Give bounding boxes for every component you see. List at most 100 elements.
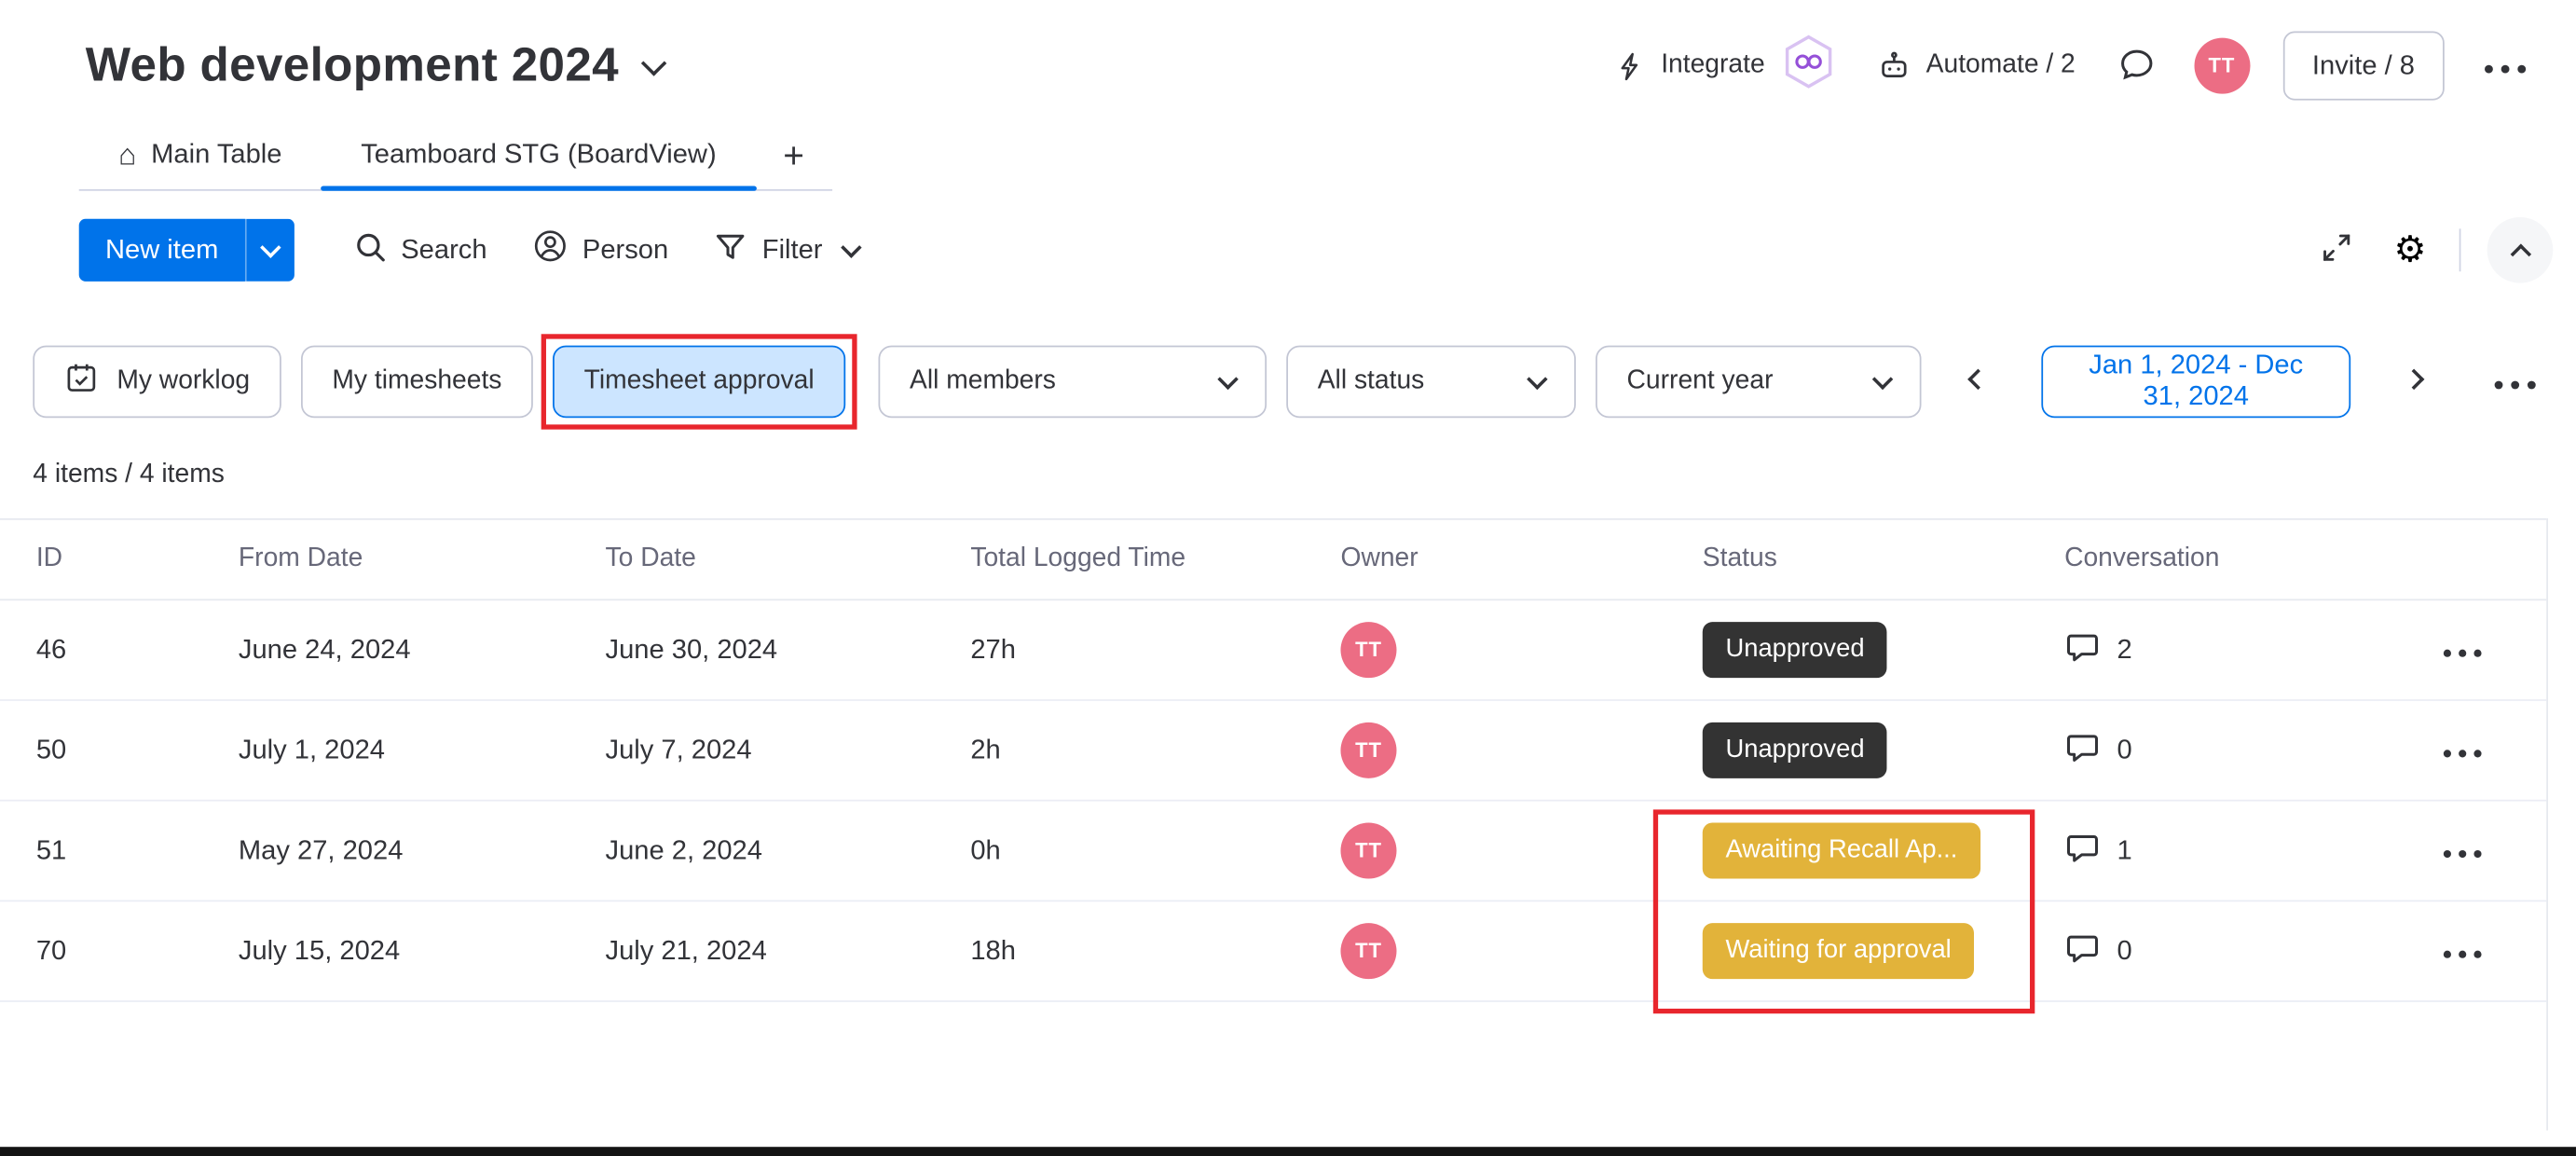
collapse-header-button[interactable] bbox=[2487, 216, 2554, 283]
conversation-count: 1 bbox=[2117, 834, 2132, 865]
person-label: Person bbox=[582, 234, 669, 265]
view-tabs: ⌂ Main Table Teamboard STG (BoardView) + bbox=[78, 122, 832, 191]
conversation-bubble-icon bbox=[2064, 728, 2101, 773]
header-more-menu-button[interactable] bbox=[2477, 47, 2533, 85]
conversation-cell[interactable]: 2 bbox=[2028, 627, 2406, 672]
cell-total-logged: 27h bbox=[970, 634, 1016, 665]
column-header-conversation[interactable]: Conversation bbox=[2028, 544, 2406, 574]
board-settings-button[interactable]: ⚙ bbox=[2387, 226, 2432, 275]
new-item-button[interactable]: New item bbox=[78, 218, 245, 282]
cell-from-date[interactable]: June 24, 2024 bbox=[202, 634, 569, 666]
chat-button[interactable] bbox=[2112, 38, 2161, 92]
table-empty-area bbox=[0, 1002, 2546, 1131]
conversation-cell[interactable]: 0 bbox=[2028, 728, 2406, 773]
integrations-hexagon-badge-icon bbox=[1780, 33, 1838, 99]
date-range-button[interactable]: Jan 1, 2024 - Dec 31, 2024 bbox=[2041, 345, 2351, 419]
ellipsis-icon bbox=[2443, 638, 2482, 662]
toolbar-divider bbox=[2459, 228, 2461, 272]
members-dropdown[interactable]: All members bbox=[878, 345, 1267, 419]
board-title-chevron-down-icon[interactable] bbox=[641, 49, 667, 76]
add-view-button[interactable]: + bbox=[756, 122, 831, 189]
column-header-from-date[interactable]: From Date bbox=[202, 544, 569, 574]
cell-from-date[interactable]: July 15, 2024 bbox=[202, 935, 569, 967]
integrate-label: Integrate bbox=[1661, 50, 1765, 79]
owner-avatar[interactable]: TT bbox=[1340, 822, 1397, 879]
ellipsis-icon bbox=[2484, 53, 2527, 77]
column-header-total-logged-time[interactable]: Total Logged Time bbox=[935, 544, 1305, 574]
column-header-to-date[interactable]: To Date bbox=[569, 544, 935, 574]
calendar-check-icon bbox=[64, 361, 99, 404]
search-label: Search bbox=[401, 234, 487, 265]
row-menu-button[interactable] bbox=[2443, 638, 2482, 662]
avatar[interactable]: TT bbox=[2193, 37, 2250, 94]
cell-total-logged: 18h bbox=[970, 935, 1016, 966]
page-title: Web development 2024 bbox=[85, 38, 619, 91]
chevron-up-icon bbox=[2509, 242, 2531, 265]
timesheet-table: ID From Date To Date Total Logged Time O… bbox=[0, 517, 2548, 1131]
my-worklog-button[interactable]: My worklog bbox=[33, 345, 281, 419]
members-dropdown-value: All members bbox=[909, 366, 1056, 395]
owner-avatar[interactable]: TT bbox=[1340, 923, 1397, 980]
status-badge[interactable]: Waiting for approval bbox=[1702, 923, 1975, 980]
column-header-owner[interactable]: Owner bbox=[1305, 544, 1666, 574]
status-badge[interactable]: Unapproved bbox=[1702, 622, 1888, 679]
column-header-status[interactable]: Status bbox=[1666, 544, 2028, 574]
table-row: 46 June 24, 2024 June 30, 2024 27h TT Un… bbox=[0, 600, 2547, 701]
my-timesheets-button[interactable]: My timesheets bbox=[300, 345, 533, 419]
gear-icon: ⚙ bbox=[2393, 228, 2427, 270]
chevron-down-icon bbox=[259, 236, 281, 257]
cell-to-date[interactable]: June 2, 2024 bbox=[569, 835, 935, 867]
integrate-button[interactable]: Integrate bbox=[1611, 26, 1841, 105]
conversation-count: 2 bbox=[2117, 634, 2132, 665]
invite-button[interactable]: Invite / 8 bbox=[2282, 31, 2445, 101]
board-header: Web development 2024 Integrate Automate … bbox=[0, 0, 2576, 105]
status-badge[interactable]: Awaiting Recall Ap... bbox=[1702, 822, 1981, 879]
table-header-row: ID From Date To Date Total Logged Time O… bbox=[0, 517, 2547, 601]
cell-from-date[interactable]: May 27, 2024 bbox=[202, 835, 569, 867]
tab-main-table-label: Main Table bbox=[151, 140, 282, 170]
cell-id: 70 bbox=[35, 935, 67, 966]
owner-avatar[interactable]: TT bbox=[1340, 622, 1397, 679]
next-period-button[interactable] bbox=[2393, 365, 2434, 399]
conversation-count: 0 bbox=[2117, 935, 2132, 966]
filter-more-menu-button[interactable] bbox=[2487, 363, 2543, 401]
cell-to-date[interactable]: July 7, 2024 bbox=[569, 735, 935, 766]
period-dropdown-value: Current year bbox=[1626, 366, 1774, 395]
period-dropdown[interactable]: Current year bbox=[1595, 345, 1922, 419]
filter-button[interactable]: Filter bbox=[692, 219, 882, 282]
row-menu-button[interactable] bbox=[2443, 738, 2482, 763]
automate-robot-icon bbox=[1877, 48, 1911, 83]
owner-avatar[interactable]: TT bbox=[1340, 722, 1397, 778]
cell-to-date[interactable]: July 21, 2024 bbox=[569, 935, 935, 967]
header-actions: Integrate Automate / 2 TT Invite / 8 bbox=[1611, 26, 2533, 105]
cell-to-date[interactable]: June 30, 2024 bbox=[569, 634, 935, 666]
timesheet-approval-button[interactable]: Timesheet approval bbox=[553, 345, 846, 419]
new-item-split-button: New item bbox=[78, 218, 295, 282]
ellipsis-icon bbox=[2443, 738, 2482, 763]
chevron-down-icon bbox=[841, 236, 862, 257]
ellipsis-icon bbox=[2443, 838, 2482, 862]
new-item-dropdown-button[interactable] bbox=[244, 218, 295, 282]
person-filter-button[interactable]: Person bbox=[510, 219, 692, 282]
expand-icon bbox=[2320, 230, 2354, 269]
column-header-id[interactable]: ID bbox=[0, 544, 202, 574]
status-badge[interactable]: Unapproved bbox=[1702, 722, 1888, 778]
integrate-bolt-icon bbox=[1615, 50, 1647, 82]
tab-teamboard-label: Teamboard STG (BoardView) bbox=[361, 140, 717, 170]
cell-from-date[interactable]: July 1, 2024 bbox=[202, 735, 569, 766]
tab-teamboard-stg[interactable]: Teamboard STG (BoardView) bbox=[321, 122, 757, 191]
board-title-wrap[interactable]: Web development 2024 bbox=[85, 38, 667, 92]
previous-period-button[interactable] bbox=[1957, 365, 1998, 399]
status-dropdown[interactable]: All status bbox=[1286, 345, 1576, 419]
row-menu-button[interactable] bbox=[2443, 939, 2482, 963]
conversation-cell[interactable]: 1 bbox=[2028, 829, 2406, 874]
row-menu-button[interactable] bbox=[2443, 838, 2482, 862]
automate-button[interactable]: Automate / 2 bbox=[1873, 42, 2078, 89]
search-button[interactable]: Search bbox=[330, 219, 510, 282]
board-page: Web development 2024 Integrate Automate … bbox=[0, 0, 2576, 1156]
fullscreen-button[interactable] bbox=[2313, 224, 2361, 276]
bottom-edge-strip bbox=[0, 1147, 2576, 1156]
conversation-cell[interactable]: 0 bbox=[2028, 929, 2406, 973]
chevron-down-icon bbox=[1217, 367, 1239, 390]
tab-main-table[interactable]: ⌂ Main Table bbox=[79, 122, 322, 189]
